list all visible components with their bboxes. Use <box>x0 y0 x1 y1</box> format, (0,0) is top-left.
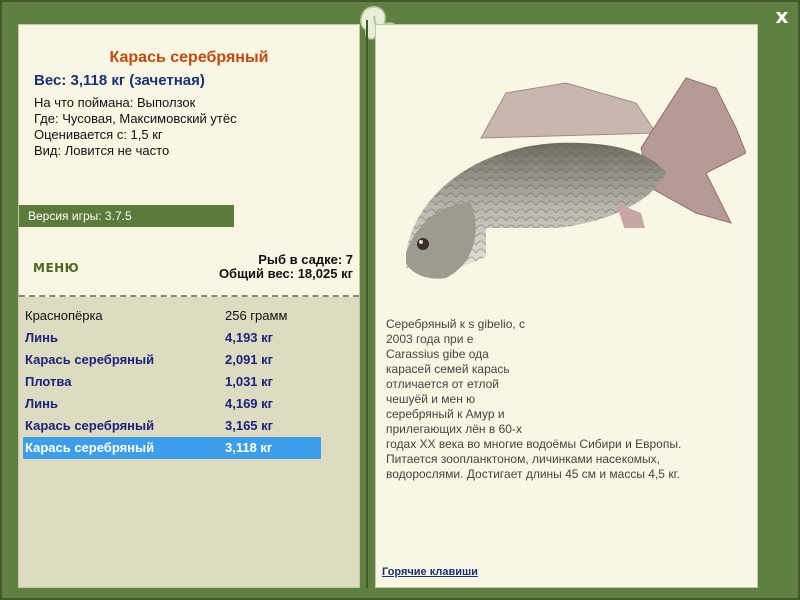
catch-row[interactable]: Карась серебряный 3,118 кг <box>23 437 321 459</box>
catch-row[interactable]: Линь 4,169 кг <box>23 393 321 415</box>
desc-line: Carassius gibe ода <box>386 347 489 361</box>
catch-weight: 1,031 кг <box>225 374 274 389</box>
catch-weight: 4,193 кг <box>225 330 274 345</box>
left-panel: Карась серебряный Вес: 3,118 кг (зачетна… <box>18 24 360 588</box>
desc-line: чешуёй и мен ю <box>386 392 476 406</box>
catch-weight: 3,165 кг <box>225 418 274 433</box>
fish-details: На что поймана: Выползок Где: Чусовая, М… <box>34 95 237 159</box>
catch-weight: 2,091 кг <box>225 352 274 367</box>
desc-line: водорослями. Достигает длины 45 см и мас… <box>386 467 680 481</box>
hotkeys-link[interactable]: Горячие клавиши <box>382 566 478 578</box>
cage-total-weight: Общий вес: 18,025 кг <box>218 266 353 281</box>
fish-title: Карась серебряный <box>109 49 269 66</box>
fish-info-section: Карась серебряный Вес: 3,118 кг (зачетна… <box>19 25 359 295</box>
desc-line: годах XX века во многие водоёмы Сибири и… <box>386 437 682 451</box>
desc-line: Серебряный к s gibelio, с <box>386 317 526 331</box>
catch-list: Краснопёрка 256 грамм Линь 4,193 кг Карась с… <box>23 305 323 459</box>
right-panel: Серебряный к s gibelio, с 2003 года при … <box>375 24 758 588</box>
catch-row[interactable]: Краснопёрка 256 грамм <box>23 305 321 327</box>
close-button[interactable]: x <box>770 4 794 28</box>
catch-row[interactable]: Плотва 1,031 кг <box>23 371 321 393</box>
desc-line: Питается зоопланктоном, личинками насеко… <box>386 452 660 466</box>
fish-description: Серебряный к s gibelio, с 2003 года при … <box>386 317 751 482</box>
panel-divider <box>366 20 368 588</box>
catch-weight: 4,169 кг <box>225 396 274 411</box>
location-line: Где: Чусовая, Максимовский утёс <box>34 111 237 126</box>
bait-line: На что поймана: Выползок <box>34 95 196 110</box>
fish-weight: Вес: 3,118 кг (зачетная) <box>34 72 205 89</box>
desc-line: карасей семей карась <box>386 362 510 376</box>
catch-weight: 3,118 кг <box>225 440 273 455</box>
desc-line: прилегающих лён в 60-х <box>386 422 522 436</box>
catch-name: Карась серебряный <box>25 352 155 367</box>
cage-count: Рыб в садке: 7 <box>258 252 353 267</box>
catch-name: Карась серебряный <box>25 418 155 433</box>
catch-row[interactable]: Карась серебряный 2,091 кг <box>23 349 321 371</box>
catch-name: Карась серебряный <box>25 440 155 455</box>
desc-line: серебряный к Амур и <box>386 407 505 421</box>
crucian-carp-image <box>406 77 746 303</box>
catch-name: Линь <box>25 330 58 345</box>
rarity-line: Вид: Ловится не часто <box>34 143 170 158</box>
catch-name: Плотва <box>25 374 72 389</box>
desc-line: 2003 года при е <box>386 332 474 346</box>
version-bar: Версия игры: 3.7.5 <box>19 205 234 227</box>
cage-stats: Рыб в садке: 7 Общий вес: 18,025 кг <box>219 253 353 281</box>
catch-list-area: Краснопёрка 256 грамм Линь 4,193 кг Карась с… <box>19 297 359 587</box>
catch-row[interactable]: Линь 4,193 кг <box>23 327 321 349</box>
catch-row[interactable]: Карась серебряный 3,165 кг <box>23 415 321 437</box>
catch-weight: 256 грамм <box>225 308 288 323</box>
catch-name: Линь <box>25 396 58 411</box>
threshold-line: Оценивается с: 1,5 кг <box>34 127 163 142</box>
catch-name: Краснопёрка <box>25 308 103 323</box>
menu-button[interactable]: МЕНЮ <box>33 261 79 275</box>
desc-line: отличается от етлой <box>386 377 500 391</box>
